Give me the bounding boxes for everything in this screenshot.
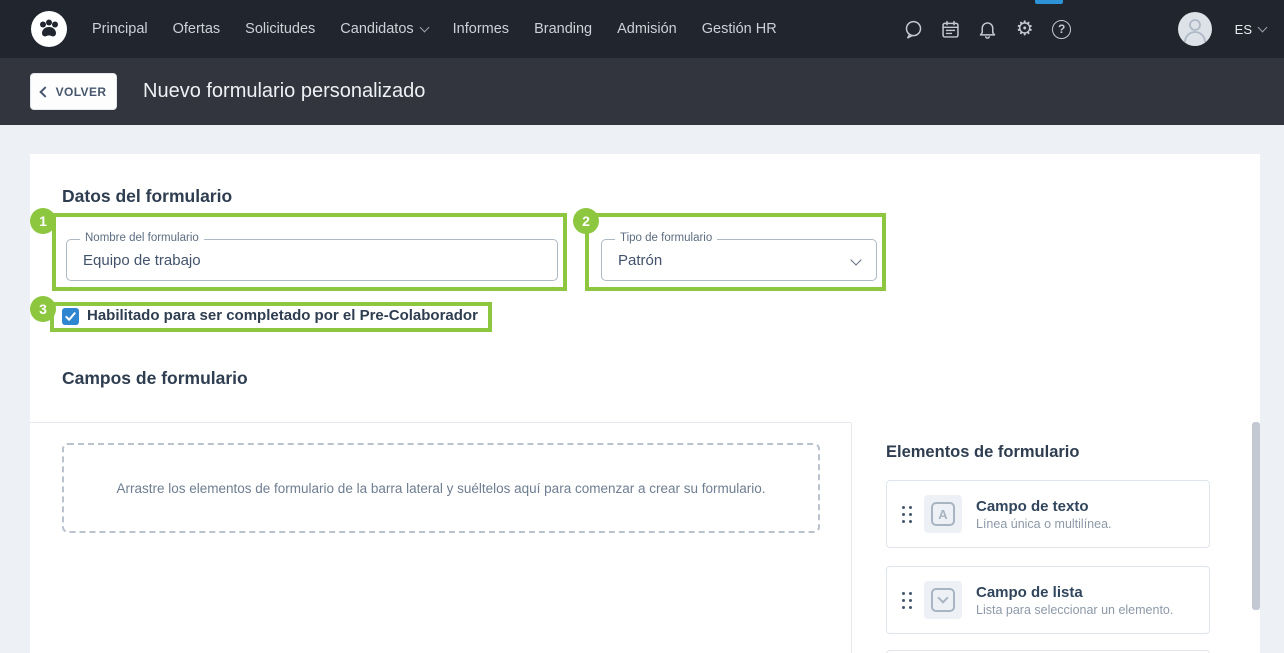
- check-icon: [65, 312, 76, 321]
- form-name-field: Nombre del formulario: [66, 232, 558, 281]
- top-navbar: Principal Ofertas Solicitudes Candidatos…: [0, 0, 1284, 58]
- nav-item-ofertas[interactable]: Ofertas: [173, 21, 221, 37]
- chevron-left-icon: [38, 85, 51, 98]
- chevron-down-icon: [1257, 22, 1268, 32]
- person-icon: [1183, 19, 1206, 43]
- nav-item-label: Solicitudes: [245, 21, 316, 37]
- element-item-subtitle: Lista para seleccionar un elemento.: [976, 602, 1174, 617]
- language-label: ES: [1234, 21, 1252, 37]
- nav-item-admision[interactable]: Admisión: [617, 21, 677, 37]
- chevron-down-icon: [850, 254, 862, 266]
- language-switcher[interactable]: ES: [1234, 21, 1268, 37]
- app-logo[interactable]: [30, 10, 68, 48]
- pre-colaborador-checkbox[interactable]: [62, 308, 79, 325]
- avatar[interactable]: [1177, 12, 1212, 46]
- nav-item-principal[interactable]: Principal: [92, 21, 148, 37]
- chevron-down-icon: [937, 592, 949, 604]
- annotation-badge-1: 1: [30, 208, 56, 234]
- nav-item-label: Principal: [92, 21, 148, 37]
- annotation-badge-3: 3: [30, 296, 56, 322]
- nav-item-candidatos[interactable]: Candidatos: [340, 21, 430, 37]
- vertical-divider: [851, 423, 852, 653]
- bell-icon[interactable]: [977, 18, 999, 40]
- scrollbar-thumb[interactable]: [1252, 422, 1260, 610]
- nav-item-label: Admisión: [617, 21, 677, 37]
- drag-handle-icon[interactable]: [902, 505, 912, 523]
- page: Principal Ofertas Solicitudes Candidatos…: [0, 0, 1284, 653]
- letter-a-glyph: A: [931, 502, 955, 526]
- form-name-input[interactable]: [67, 240, 557, 280]
- nav-item-label: Informes: [452, 21, 510, 37]
- form-builder-dropzone[interactable]: Arrastre los elementos de formulario de …: [62, 443, 820, 533]
- chevron-down-icon: [419, 22, 430, 32]
- nav-item-branding[interactable]: Branding: [534, 21, 592, 37]
- gear-glyph: ⚙: [1015, 18, 1034, 40]
- nav-item-label: Candidatos: [340, 21, 414, 37]
- chat-icon[interactable]: [903, 18, 925, 40]
- text-field-icon: A: [924, 495, 962, 533]
- nav-item-solicitudes[interactable]: Solicitudes: [245, 21, 315, 37]
- form-fields-section-title: Campos de formulario: [62, 368, 248, 388]
- elements-panel-title: Elementos de formulario: [886, 443, 1080, 461]
- nav-item-label: Ofertas: [172, 21, 221, 37]
- nav-item-gestion-hr[interactable]: Gestión HR: [702, 21, 777, 37]
- annotation-badge-2: 2: [573, 208, 599, 234]
- list-field-icon: [924, 581, 962, 619]
- form-type-select[interactable]: Tipo de formulario Patrón: [601, 232, 877, 281]
- element-item-text-field[interactable]: A Campo de texto Línea única o multilíne…: [886, 480, 1210, 548]
- horizontal-divider: [30, 422, 851, 423]
- dropzone-hint-text: Arrastre los elementos de formulario de …: [116, 480, 766, 496]
- question-glyph: ?: [1052, 19, 1072, 39]
- form-data-section-title: Datos del formulario: [62, 186, 233, 206]
- nav-item-informes[interactable]: Informes: [453, 21, 509, 37]
- drag-handle-icon[interactable]: [902, 591, 912, 609]
- element-item-text: Campo de lista Lista para seleccionar un…: [976, 584, 1173, 617]
- gear-icon[interactable]: ⚙: [1014, 18, 1036, 40]
- element-item-title: Campo de texto: [976, 497, 1089, 515]
- back-button-label: VOLVER: [55, 84, 107, 99]
- navbar-actions: ⚙ ? ES: [903, 0, 1268, 58]
- pre-colaborador-checkbox-label: Habilitado para ser completado por el Pr…: [87, 307, 478, 324]
- calendar-icon[interactable]: [940, 18, 962, 40]
- element-item-text: Campo de texto Línea única o multilínea.: [976, 498, 1112, 531]
- back-button[interactable]: VOLVER: [30, 73, 117, 110]
- element-item-subtitle: Línea única o multilínea.: [976, 516, 1112, 531]
- nav-item-label: Branding: [534, 21, 593, 37]
- nav-item-label: Gestión HR: [701, 21, 777, 37]
- paw-icon: [31, 11, 67, 47]
- form-type-value: Patrón: [618, 251, 663, 269]
- element-item-list-field[interactable]: Campo de lista Lista para seleccionar un…: [886, 566, 1210, 634]
- page-title: Nuevo formulario personalizado: [143, 80, 426, 102]
- main-nav: Principal Ofertas Solicitudes Candidatos…: [92, 21, 777, 37]
- page-header: VOLVER Nuevo formulario personalizado: [0, 58, 1284, 125]
- element-item-title: Campo de lista: [976, 583, 1083, 601]
- help-icon[interactable]: ?: [1051, 18, 1073, 40]
